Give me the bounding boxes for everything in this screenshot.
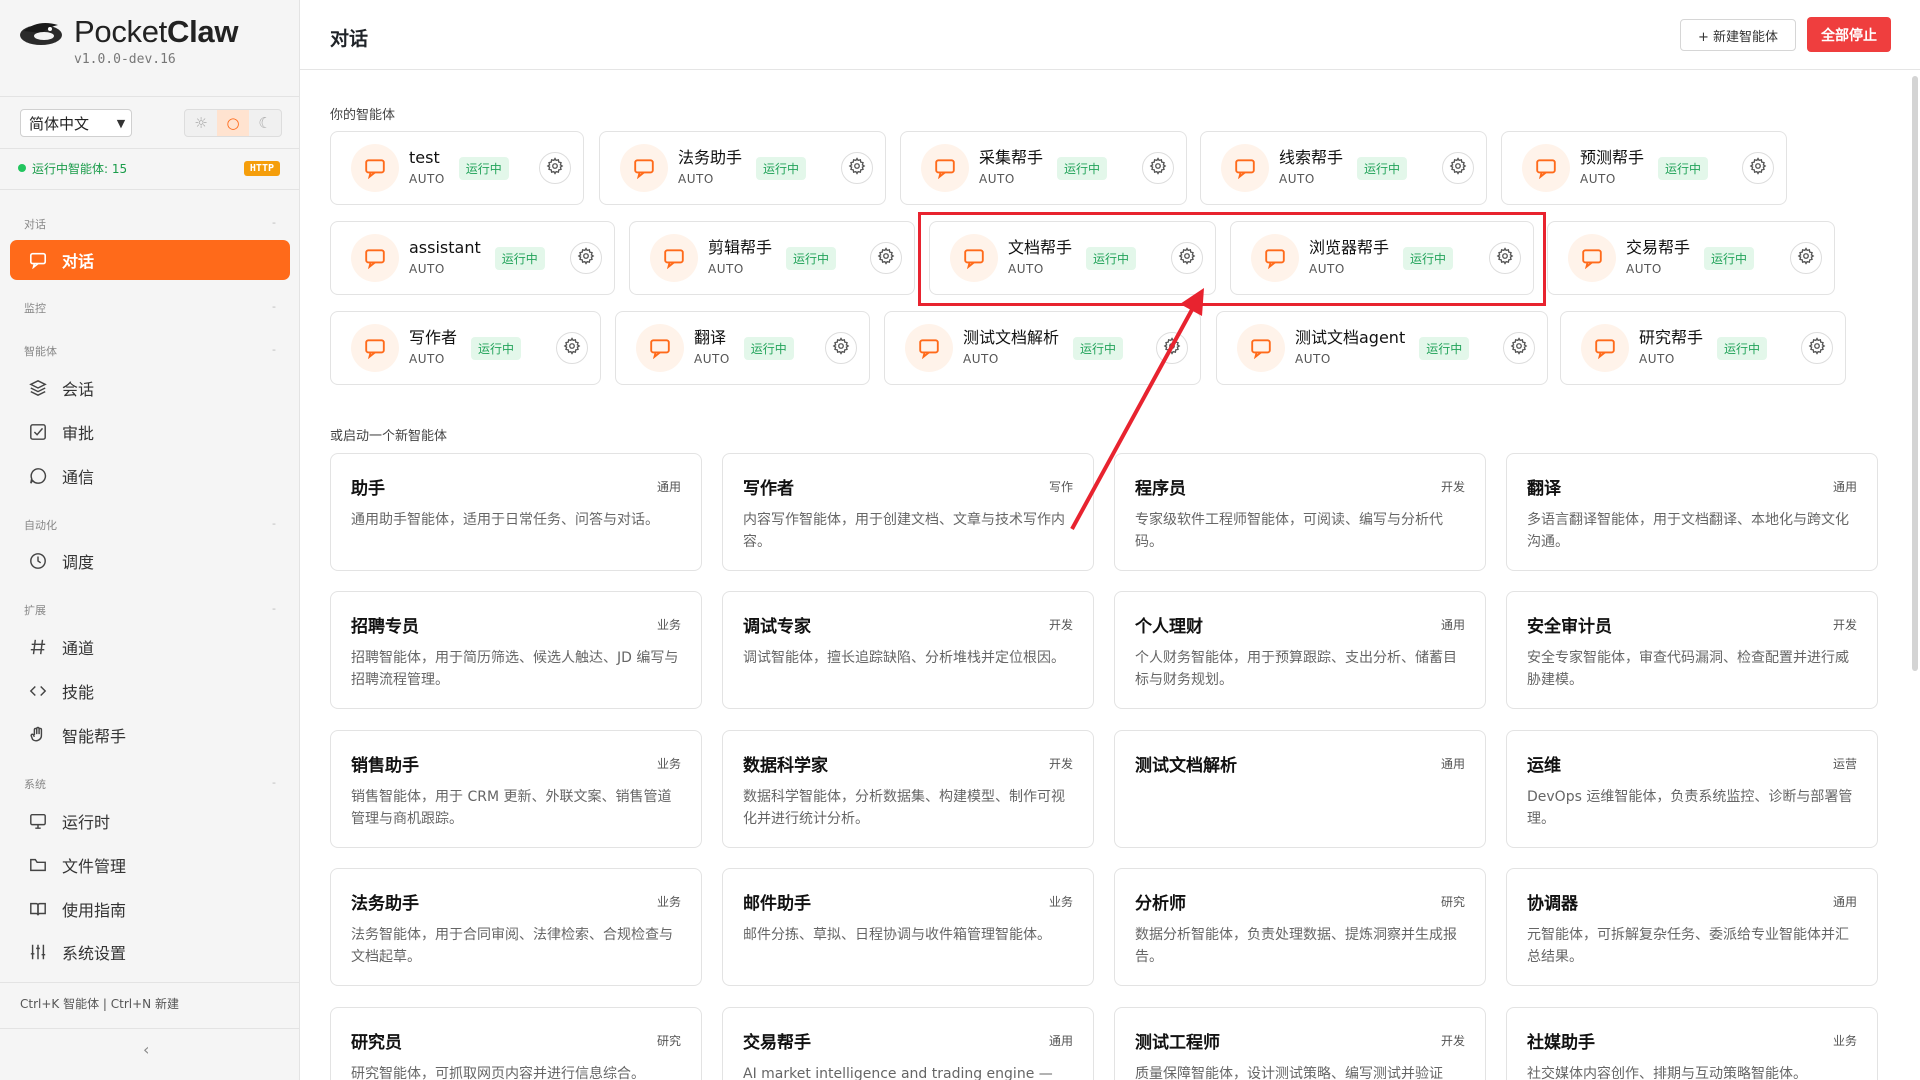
annotation-arrow	[1070, 288, 1204, 530]
arrow-line	[1070, 305, 1196, 530]
